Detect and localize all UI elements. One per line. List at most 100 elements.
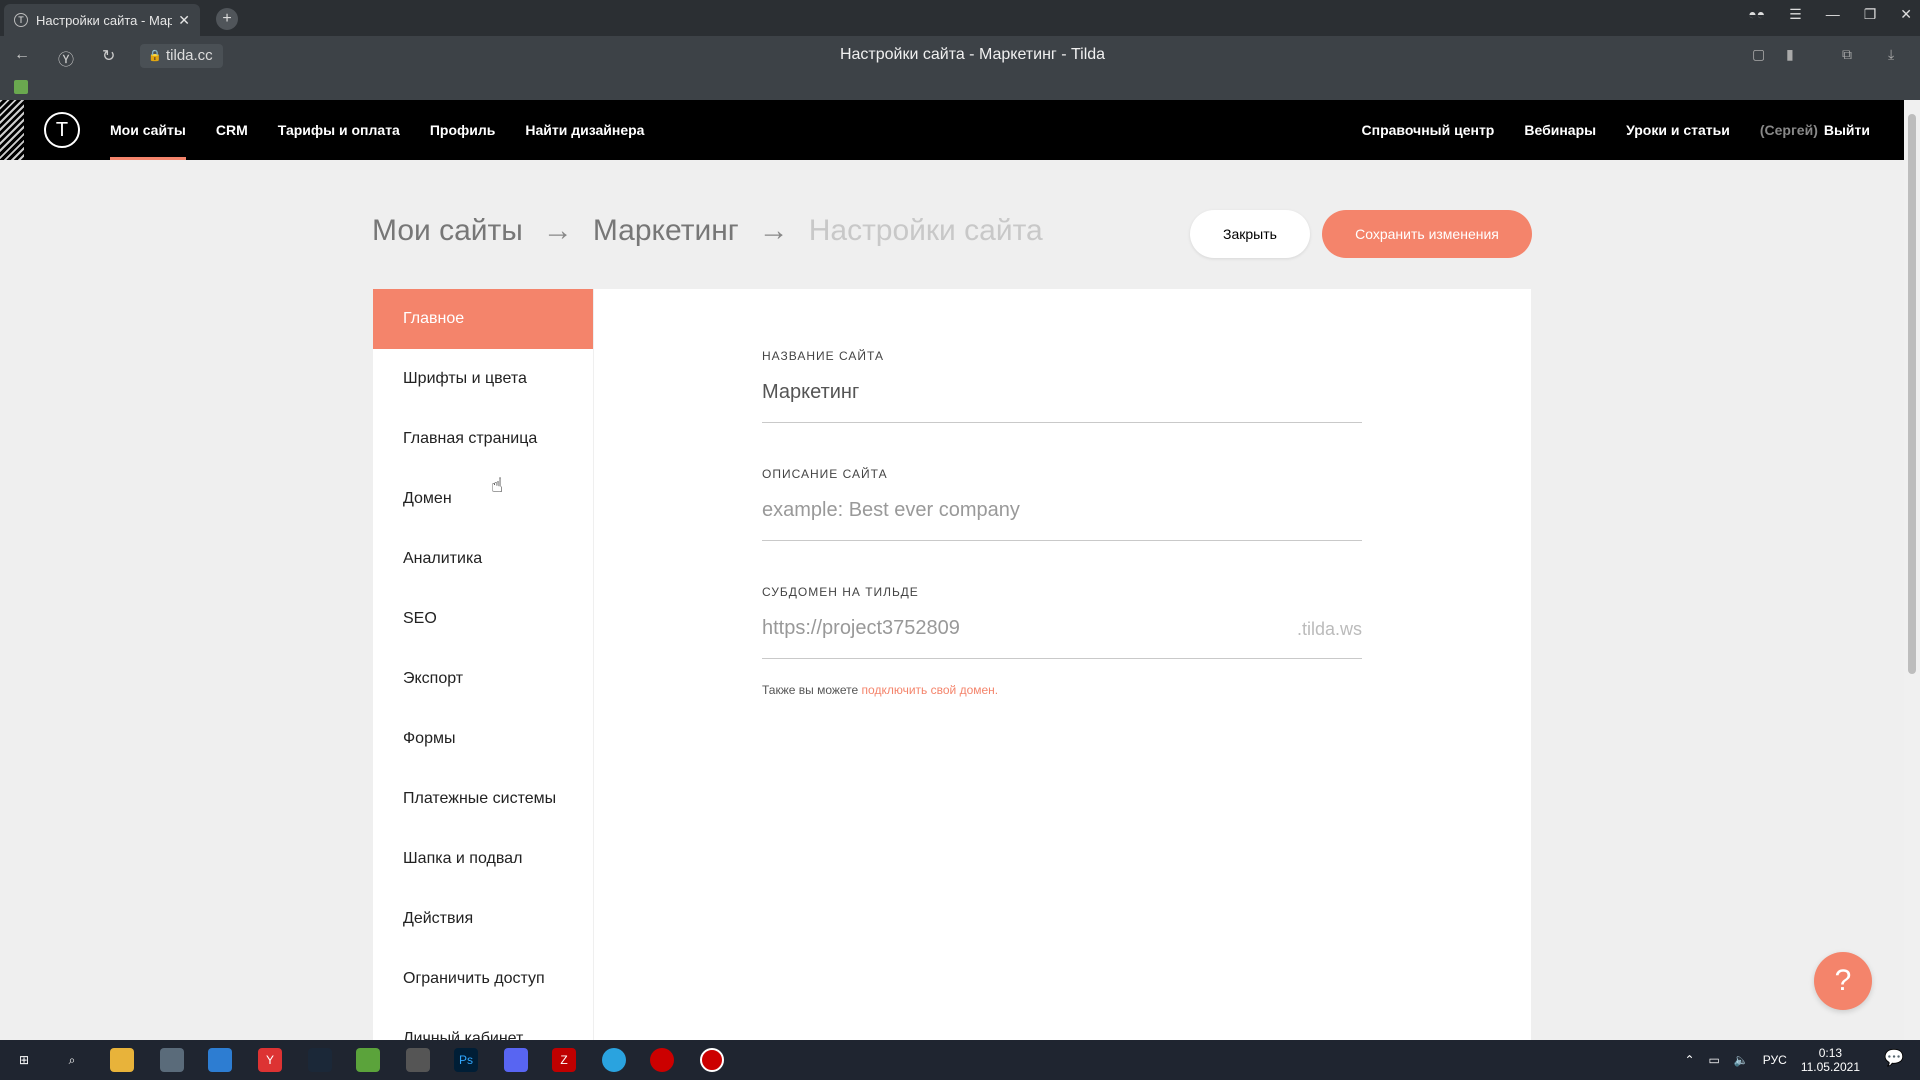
tab-title: Настройки сайта - Мар bbox=[36, 12, 173, 28]
sidebar-item-seo[interactable]: SEO bbox=[373, 589, 593, 649]
subdomain-field: СУБДОМЕН НА ТИЛЬДЕ https://project375280… bbox=[762, 585, 1362, 659]
nav-find-designer[interactable]: Найти дизайнера bbox=[525, 100, 644, 160]
language-indicator[interactable]: РУС bbox=[1763, 1053, 1787, 1067]
new-tab-button[interactable]: + bbox=[216, 8, 238, 30]
sidebar-item-fonts[interactable]: Шрифты и цвета bbox=[373, 349, 593, 409]
settings-panel: НАЗВАНИЕ САЙТА Маркетинг ОПИСАНИЕ САЙТА … bbox=[594, 289, 1531, 1040]
nav-help-center[interactable]: Справочный центр bbox=[1362, 122, 1495, 138]
record-icon[interactable] bbox=[650, 1048, 674, 1072]
photoshop-icon[interactable]: Ps bbox=[454, 1048, 478, 1072]
nav-webinars[interactable]: Вебинары bbox=[1524, 122, 1596, 138]
subdomain-input[interactable]: https://project3752809 .tilda.ws bbox=[762, 617, 1362, 659]
sidebar-item-header-footer[interactable]: Шапка и подвал bbox=[373, 829, 593, 889]
tab-close-icon[interactable]: ✕ bbox=[178, 12, 190, 29]
site-name-input[interactable]: Маркетинг bbox=[762, 381, 1362, 423]
main-nav: Мои сайты CRM Тарифы и оплата Профиль На… bbox=[110, 100, 644, 160]
reader-icon[interactable]: ▢ bbox=[1752, 46, 1765, 63]
help-button[interactable]: ? bbox=[1814, 952, 1872, 1010]
subdomain-label: СУБДОМЕН НА ТИЛЬДЕ bbox=[762, 585, 919, 599]
window-controls: ◓◓ ☰ — ❐ ✕ bbox=[1748, 6, 1912, 23]
page-scrollbar[interactable] bbox=[1904, 100, 1920, 1040]
breadcrumb-my-sites[interactable]: Мои сайты bbox=[372, 214, 523, 248]
tilda-header: T Мои сайты CRM Тарифы и оплата Профиль … bbox=[0, 100, 1904, 160]
bookmarks-bar bbox=[0, 76, 1920, 100]
breadcrumb-settings: Настройки сайта bbox=[808, 214, 1043, 247]
scrollbar-thumb[interactable] bbox=[1908, 114, 1916, 674]
browser-tab[interactable]: T Настройки сайта - Мар ✕ bbox=[4, 4, 200, 36]
arrow-right-icon: → bbox=[758, 214, 789, 247]
clock-date: 11.05.2021 bbox=[1800, 1060, 1860, 1074]
site-description-field: ОПИСАНИЕ САЙТА example: Best ever compan… bbox=[762, 467, 1362, 541]
file-explorer-icon[interactable] bbox=[110, 1048, 134, 1072]
right-nav: Справочный центр Вебинары Уроки и статьи… bbox=[1362, 100, 1870, 160]
bookmark-icon[interactable]: ▮ bbox=[1786, 46, 1794, 63]
mail-icon[interactable] bbox=[208, 1048, 232, 1072]
discord-icon[interactable] bbox=[504, 1048, 528, 1072]
bookmark-item-icon[interactable] bbox=[14, 80, 28, 94]
menu-icon[interactable]: ☰ bbox=[1789, 6, 1802, 23]
save-changes-button[interactable]: Сохранить изменения bbox=[1322, 210, 1532, 258]
site-name-label: НАЗВАНИЕ САЙТА bbox=[762, 349, 884, 363]
browser-tabbar: T Настройки сайта - Мар ✕ + ◓◓ ☰ — ❐ ✕ bbox=[0, 0, 1920, 36]
app-icon[interactable] bbox=[160, 1048, 184, 1072]
chevron-up-icon[interactable]: ⌃ bbox=[1684, 1053, 1694, 1067]
nav-crm[interactable]: CRM bbox=[216, 100, 248, 160]
breadcrumb-marketing[interactable]: Маркетинг bbox=[593, 214, 739, 248]
yandex-browser-icon[interactable]: Y bbox=[258, 1048, 282, 1072]
domain-hint: Также вы можете подключить свой домен. bbox=[762, 683, 998, 697]
site-description-input[interactable]: example: Best ever company bbox=[762, 499, 1362, 541]
sidebar-item-forms[interactable]: Формы bbox=[373, 709, 593, 769]
logout-link[interactable]: Выйти bbox=[1824, 122, 1870, 138]
zigzag-decoration bbox=[0, 100, 24, 160]
sidebar-item-personal-account[interactable]: Личный кабинет bbox=[373, 1009, 593, 1040]
connect-domain-link[interactable]: подключить свой домен. bbox=[862, 683, 999, 697]
sidebar-item-main[interactable]: Главное bbox=[373, 289, 593, 349]
nav-my-sites[interactable]: Мои сайты bbox=[110, 100, 186, 160]
address-bar: ← Ⓨ ↻ 🔒 tilda.cc Настройки сайта - Марке… bbox=[0, 36, 1920, 76]
download-icon[interactable]: ⤓ bbox=[1888, 46, 1894, 63]
windows-start-icon[interactable]: ⊞ bbox=[12, 1048, 36, 1072]
collections-icon[interactable]: ⧉ bbox=[1842, 46, 1852, 63]
clock[interactable]: 0:13 11.05.2021 bbox=[1801, 1046, 1860, 1074]
sidebar-item-actions[interactable]: Действия bbox=[373, 889, 593, 949]
tilda-favicon-icon: T bbox=[14, 13, 28, 27]
sidebar-item-export[interactable]: Экспорт bbox=[373, 649, 593, 709]
system-tray: ⌃ ▭ 🔈 РУС 0:13 11.05.2021 bbox=[1684, 1046, 1860, 1074]
user-name: (Сергей) bbox=[1759, 122, 1818, 138]
nav-tariffs[interactable]: Тарифы и оплата bbox=[278, 100, 400, 160]
sidebar-item-payments[interactable]: Платежные системы bbox=[373, 769, 593, 829]
filezilla-icon[interactable]: Z bbox=[552, 1048, 576, 1072]
sidebar-item-homepage[interactable]: Главная страница bbox=[373, 409, 593, 469]
glasses-icon[interactable]: ◓◓ bbox=[1748, 6, 1765, 23]
close-window-icon[interactable]: ✕ bbox=[1900, 6, 1912, 23]
arrow-right-icon: → bbox=[542, 214, 573, 247]
notifications-icon[interactable]: 💬 bbox=[1884, 1048, 1904, 1068]
tilda-logo-icon[interactable]: T bbox=[44, 112, 80, 148]
subdomain-suffix: .tilda.ws bbox=[1296, 619, 1362, 639]
breadcrumb: Мои сайты → Маркетинг → Настройки сайта bbox=[372, 214, 1043, 248]
sidebar-item-analytics[interactable]: Аналитика bbox=[373, 529, 593, 589]
restore-icon[interactable]: ❐ bbox=[1864, 6, 1877, 23]
network-icon[interactable]: ▭ bbox=[1709, 1053, 1720, 1067]
search-icon[interactable]: ⌕ bbox=[60, 1048, 84, 1072]
sidebar-item-restrict-access[interactable]: Ограничить доступ bbox=[373, 949, 593, 1009]
page-title: Настройки сайта - Маркетинг - Tilda bbox=[839, 46, 1106, 63]
notepad-icon[interactable] bbox=[356, 1048, 380, 1072]
steam-icon[interactable] bbox=[308, 1048, 332, 1072]
subdomain-value: https://project3752809 bbox=[762, 617, 960, 639]
minimize-icon[interactable]: — bbox=[1826, 6, 1840, 23]
site-description-label: ОПИСАНИЕ САЙТА bbox=[762, 467, 888, 481]
clock-time: 0:13 bbox=[1818, 1046, 1843, 1060]
nav-profile[interactable]: Профиль bbox=[430, 100, 496, 160]
settings-sidebar: Главное Шрифты и цвета Главная страница … bbox=[373, 289, 593, 1040]
obs-icon[interactable] bbox=[700, 1048, 724, 1072]
sidebar-item-domain[interactable]: Домен bbox=[373, 469, 593, 529]
site-name-field: НАЗВАНИЕ САЙТА Маркетинг bbox=[762, 349, 1362, 423]
volume-icon[interactable]: 🔈 bbox=[1734, 1053, 1749, 1067]
nav-lessons[interactable]: Уроки и статьи bbox=[1626, 122, 1730, 138]
telegram-icon[interactable] bbox=[602, 1048, 626, 1072]
close-button[interactable]: Закрыть bbox=[1190, 210, 1310, 258]
calculator-icon[interactable] bbox=[406, 1048, 430, 1072]
hint-text: Также вы можете bbox=[762, 683, 862, 697]
hand-cursor-icon: ☝ bbox=[491, 475, 504, 497]
